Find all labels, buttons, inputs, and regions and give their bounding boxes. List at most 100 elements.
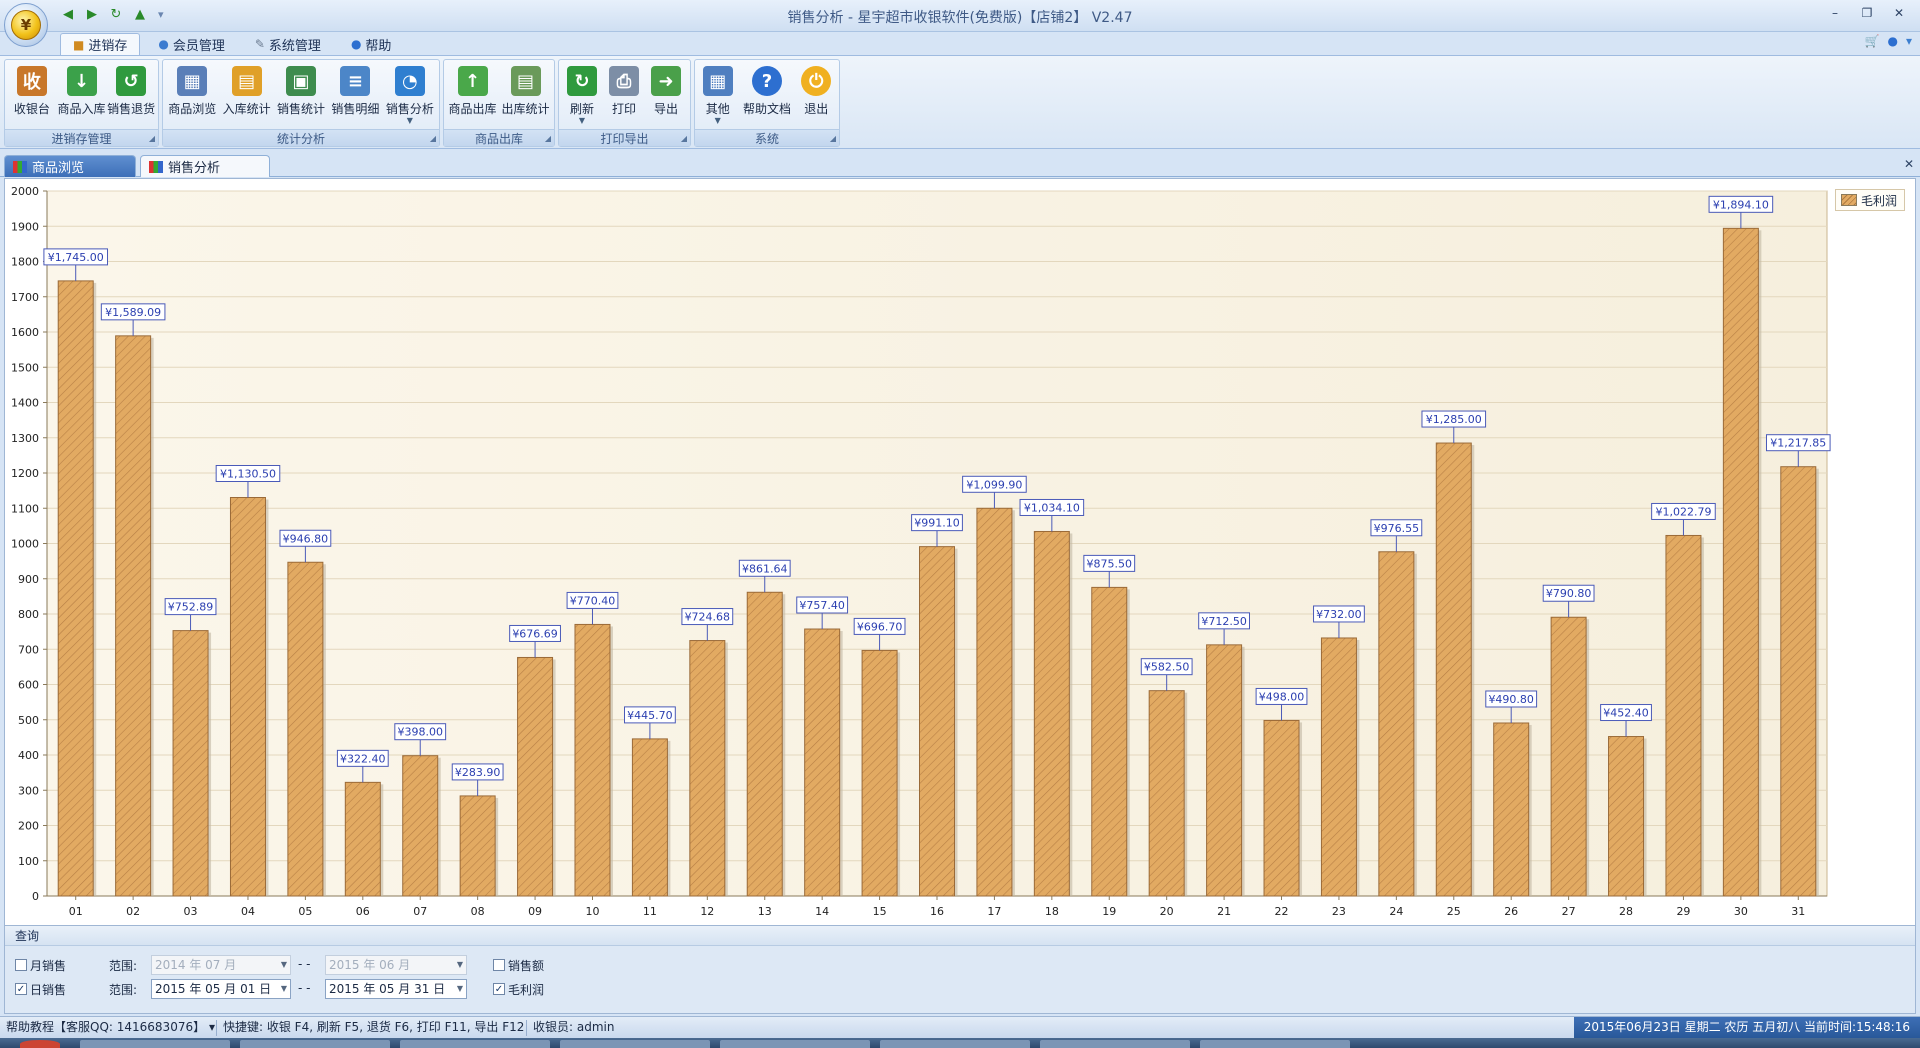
sales-amount-checkbox[interactable] — [493, 959, 505, 971]
day-sales-checkbox[interactable]: ✓ — [15, 983, 27, 995]
sales-analysis-button[interactable]: ◔ 销售分析 ▼ — [383, 63, 437, 129]
y-tick-label: 500 — [18, 714, 39, 727]
help-docs-button[interactable]: ? 帮助文档 — [738, 63, 795, 129]
out-stats-button[interactable]: ▤ 出库统计 — [499, 63, 552, 129]
x-tick-label: 23 — [1332, 905, 1346, 918]
tab-label: 进销存 — [88, 39, 128, 54]
exit-button[interactable]: ⏻ 退出 — [796, 63, 837, 129]
group-title: 进销存管理 — [5, 129, 158, 146]
cash-register-button[interactable]: 收收银台 — [7, 63, 57, 129]
sales-stats-button[interactable]: ▣ 销售统计 — [274, 63, 328, 129]
info-icon[interactable]: ● — [1887, 34, 1897, 48]
export-button[interactable]: ➜ 导出 — [645, 63, 687, 129]
y-tick-label: 1100 — [11, 502, 39, 515]
month-from-picker[interactable]: 2014 年 07 月 ▼ — [151, 955, 291, 975]
bar — [1378, 551, 1415, 897]
taskbar-item[interactable] — [720, 1040, 870, 1048]
group-launcher-icon[interactable]: ◢ — [681, 134, 687, 143]
day-to-picker[interactable]: 2015 年 05 月 31 日 ▼ — [325, 979, 467, 999]
skin-icon[interactable]: ▾ — [1906, 34, 1912, 48]
bar — [1493, 722, 1530, 897]
sales-return-button[interactable]: ↺ 销售退货 — [106, 63, 156, 129]
data-label: ¥1,894.10 — [1713, 198, 1769, 211]
month-sales-checkbox[interactable] — [15, 959, 27, 971]
refresh-button[interactable]: ↻ 刷新 ▼ — [561, 63, 603, 129]
taskbar-item[interactable] — [880, 1040, 1030, 1048]
shortcut-hint: 快捷键: 收银 F4, 刷新 F5, 退货 F6, 打印 F11, 导出 F12 — [223, 1020, 525, 1034]
close-tab-icon[interactable]: ✕ — [1904, 157, 1914, 171]
button-label: 帮助文档 — [742, 102, 791, 116]
bar — [1435, 442, 1472, 897]
y-tick-label: 800 — [18, 608, 39, 621]
forward-arrow-icon[interactable]: ▶ — [82, 6, 102, 24]
refresh-icon[interactable]: ↻ — [106, 6, 126, 24]
cart-icon[interactable]: 🛒 — [1865, 34, 1880, 48]
taskbar-item[interactable] — [80, 1040, 230, 1048]
tab-label: 系统管理 — [268, 38, 321, 54]
doc-tab-product-browse[interactable]: 商品浏览 — [4, 155, 136, 177]
x-tick-label: 21 — [1217, 905, 1231, 918]
stock-out-button[interactable]: ↑ 商品出库 — [446, 63, 499, 129]
return-icon: ↺ — [116, 66, 147, 96]
group-launcher-icon[interactable]: ◢ — [545, 134, 551, 143]
day-from-picker[interactable]: 2015 年 05 月 01 日 ▼ — [151, 979, 291, 999]
sales-detail-button[interactable]: ≡ 销售明细 — [328, 63, 382, 129]
back-arrow-icon[interactable]: ◀ — [58, 6, 78, 24]
help-text: 帮助教程【客服QQ: 1416683076】 — [6, 1020, 206, 1034]
maximize-button[interactable]: ❐ — [1858, 5, 1876, 21]
group-launcher-icon[interactable]: ◢ — [430, 134, 436, 143]
x-tick-label: 14 — [815, 905, 829, 918]
month-to-picker[interactable]: 2015 年 06 月 ▼ — [325, 955, 467, 975]
taskbar-item[interactable] — [400, 1040, 550, 1048]
data-label: ¥875.50 — [1087, 557, 1133, 570]
stock-stats-button[interactable]: ▤ 入库统计 — [219, 63, 273, 129]
chevron-down-icon: ▼ — [578, 116, 586, 125]
button-label: 商品出库 — [448, 102, 497, 116]
doc-tab-sales-analysis[interactable]: 销售分析 — [140, 155, 270, 177]
group-launcher-icon[interactable]: ◢ — [830, 134, 836, 143]
y-tick-label: 300 — [18, 784, 39, 797]
taskbar-item[interactable] — [1200, 1040, 1350, 1048]
minimize-button[interactable]: – — [1826, 5, 1844, 21]
taskbar-item[interactable] — [1040, 1040, 1190, 1048]
taskbar-item[interactable] — [560, 1040, 710, 1048]
data-label: ¥757.40 — [799, 599, 845, 612]
app-logo-icon: ¥ — [11, 10, 41, 40]
other-button[interactable]: ▦ 其他 ▼ — [697, 63, 738, 129]
chevron-down-icon: ▼ — [280, 960, 287, 969]
sales-amount-option[interactable]: 销售额 — [493, 954, 544, 976]
day-sales-option[interactable]: ✓ 日销售 — [15, 978, 66, 1000]
gross-profit-option[interactable]: ✓ 毛利润 — [493, 978, 544, 1000]
group-title: 统计分析 — [163, 129, 439, 146]
x-tick-label: 15 — [873, 905, 887, 918]
group-launcher-icon[interactable]: ◢ — [149, 134, 155, 143]
tab-members[interactable]: ● 会员管理 — [146, 33, 237, 55]
ribbon-tabs: ■ 进销存 ● 会员管理 ✎ 系统管理 ● 帮助 — [60, 33, 403, 55]
data-label: ¥1,034.10 — [1024, 501, 1080, 514]
tab-help[interactable]: ● 帮助 — [339, 33, 404, 55]
data-label: ¥790.80 — [1546, 587, 1592, 600]
data-label: ¥1,130.50 — [220, 467, 276, 480]
help-tutorial-link[interactable]: 帮助教程【客服QQ: 1416683076】 ▾ — [2, 1017, 219, 1039]
x-tick-label: 09 — [528, 905, 542, 918]
print-button[interactable]: ⎙ 打印 — [603, 63, 645, 129]
month-sales-option[interactable]: 月销售 — [15, 954, 66, 976]
start-button[interactable] — [20, 1040, 60, 1048]
other-icon: ▦ — [702, 66, 733, 96]
title-bar: ◀ ▶ ↻ ▲ ▾ 销售分析 - 星宇超市收银软件(免费版)【店铺2】 V2.4… — [0, 0, 1920, 32]
product-browse-button[interactable]: ▦ 商品浏览 — [165, 63, 219, 129]
close-button[interactable]: ✕ — [1890, 5, 1908, 21]
tab-inventory[interactable]: ■ 进销存 — [60, 33, 141, 55]
stock-out-icon: ↑ — [457, 66, 488, 96]
app-menu-button[interactable]: ¥ — [4, 3, 48, 47]
y-tick-label: 1900 — [11, 220, 39, 233]
tab-system[interactable]: ✎ 系统管理 — [243, 33, 333, 55]
bar — [1608, 736, 1645, 897]
x-tick-label: 04 — [241, 905, 255, 918]
up-arrow-icon[interactable]: ▲ — [130, 6, 150, 24]
taskbar-item[interactable] — [240, 1040, 390, 1048]
gross-profit-checkbox[interactable]: ✓ — [493, 983, 505, 995]
customize-dropdown-icon[interactable]: ▾ — [154, 6, 164, 24]
y-tick-label: 600 — [18, 679, 39, 692]
stock-in-button[interactable]: ↓ 商品入库 — [57, 63, 107, 129]
